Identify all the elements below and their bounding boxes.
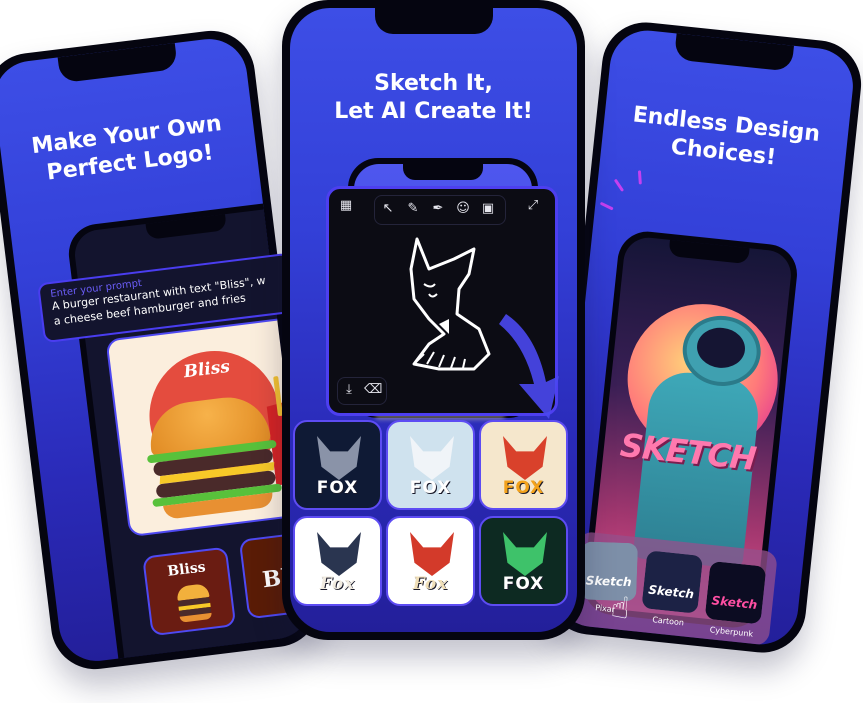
phone-center-screen: Sketch It, Let AI Create It! ▦ ↖ ✎ ✒ ☺ ▣… [290, 8, 577, 632]
tile-text: FOX [316, 478, 359, 498]
style-label: Cyberpunk [709, 625, 754, 639]
fox-head-icon [410, 436, 454, 480]
headline-center: Sketch It, Let AI Create It! [290, 70, 577, 125]
logo-thumbnail[interactable]: Bliss [142, 546, 237, 637]
headline-line1: Sketch It, [374, 71, 493, 96]
style-label: Cartoon [651, 615, 685, 628]
result-logo-tile[interactable]: Fox [293, 516, 382, 606]
pen-icon[interactable]: ✒ [429, 200, 447, 218]
result-logo-tile[interactable]: FOX [293, 420, 382, 510]
fullscreen-icon[interactable]: ⤢ [524, 197, 542, 215]
arrow-icon [499, 314, 559, 419]
emoji-icon[interactable]: ☺ [454, 200, 472, 218]
pencil-icon[interactable]: ✎ [404, 200, 422, 218]
download-icon[interactable]: ⤓ [340, 381, 358, 399]
visor [695, 325, 747, 371]
fox-head-icon [317, 532, 361, 576]
canvas-actions: ⤓ ⌫ [337, 377, 387, 405]
result-logo-tile[interactable]: FOX [479, 516, 568, 606]
spark-icon [613, 178, 625, 192]
tile-text: FOX [502, 574, 545, 594]
inner-notch [403, 164, 483, 180]
thumbnail-text: Bliss [166, 559, 207, 580]
fox-head-icon [503, 532, 547, 576]
spark-icon [637, 170, 642, 185]
notch [673, 31, 795, 72]
grid-icon[interactable]: ▦ [337, 197, 355, 215]
phone-right: Endless Design Choices! SKETCH Sketch Pi… [542, 18, 863, 657]
tile-text: FOX [409, 478, 452, 498]
fox-sketch [409, 237, 491, 371]
notch [57, 41, 178, 84]
phone-left-screen: Make Your Own Perfect Logo! Bliss Bliss [0, 34, 316, 666]
spark-icon [599, 201, 614, 211]
result-logo-tile[interactable]: Fox [386, 516, 475, 606]
tile-text: Fox [412, 574, 449, 594]
style-option-cartoon[interactable]: Sketch [641, 550, 704, 614]
fox-head-icon [503, 436, 547, 480]
tile-text: Fox [319, 574, 356, 594]
headline-line2: Let AI Create It! [334, 98, 533, 124]
image-icon[interactable]: ▣ [479, 200, 497, 218]
inner-notch [668, 237, 750, 265]
inner-notch [145, 212, 227, 240]
result-logo-tile[interactable]: FOX [479, 420, 568, 510]
style-option-cyberpunk[interactable]: Sketch [704, 560, 767, 625]
notch [374, 8, 493, 34]
fox-head-icon [317, 436, 361, 480]
clear-icon[interactable]: ⌫ [364, 381, 382, 399]
select-icon[interactable]: ↖ [379, 200, 397, 218]
headline-right: Endless Design Choices! [601, 98, 849, 178]
result-logo-tile[interactable]: FOX [386, 420, 475, 510]
burger-icon [176, 583, 213, 625]
tile-text: FOX [502, 478, 545, 498]
style-picker: Sketch Pixar Sketch Cartoon Sketch Cyber… [569, 531, 778, 647]
phone-left: Make Your Own Perfect Logo! Bliss Bliss [0, 25, 325, 675]
phone-right-screen: Endless Design Choices! SKETCH Sketch Pi… [551, 26, 857, 649]
headline-left: Make Your Own Perfect Logo! [0, 106, 258, 192]
fox-head-icon [410, 532, 454, 576]
sketch-canvas[interactable]: ▦ ↖ ✎ ✒ ☺ ▣ ⤢ ⤓ ⌫ [326, 186, 559, 419]
drawing-toolbar: ↖ ✎ ✒ ☺ ▣ [374, 195, 506, 225]
pointer-hand-icon: ☝ [609, 589, 632, 627]
style-word: Sketch [585, 573, 632, 590]
phone-center: Sketch It, Let AI Create It! ▦ ↖ ✎ ✒ ☺ ▣… [282, 0, 585, 640]
